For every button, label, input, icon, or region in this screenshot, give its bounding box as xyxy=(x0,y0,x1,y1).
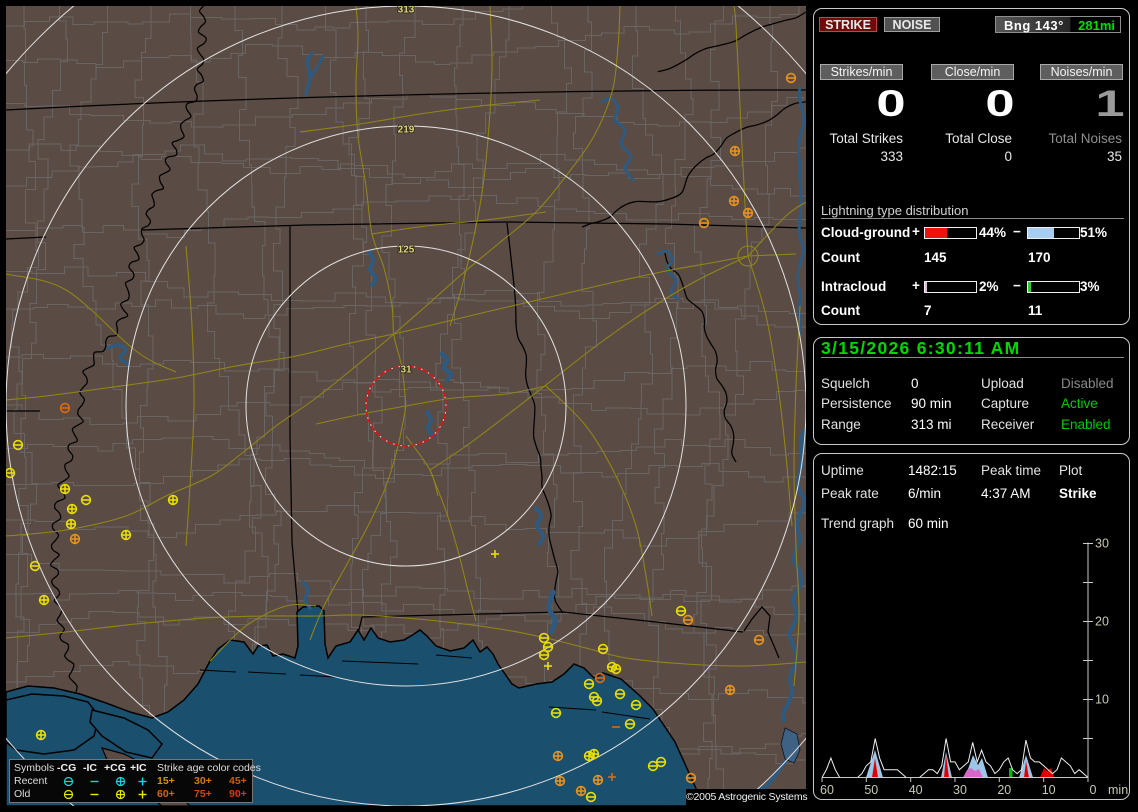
svg-text:31: 31 xyxy=(400,365,412,376)
svg-text:313: 313 xyxy=(398,6,415,16)
svg-text:20: 20 xyxy=(1095,615,1109,629)
svg-text:10: 10 xyxy=(1042,783,1056,797)
svg-text:min: min xyxy=(1108,783,1128,797)
svg-text:30: 30 xyxy=(1095,537,1109,551)
svg-text:30: 30 xyxy=(953,783,967,797)
svg-text:0: 0 xyxy=(1090,783,1097,797)
svg-text:125: 125 xyxy=(398,245,415,256)
svg-text:20: 20 xyxy=(997,783,1011,797)
svg-text:40: 40 xyxy=(909,783,923,797)
svg-text:10: 10 xyxy=(1095,693,1109,707)
svg-text:219: 219 xyxy=(398,125,415,136)
svg-text:50: 50 xyxy=(864,783,878,797)
svg-text:60: 60 xyxy=(820,783,834,797)
